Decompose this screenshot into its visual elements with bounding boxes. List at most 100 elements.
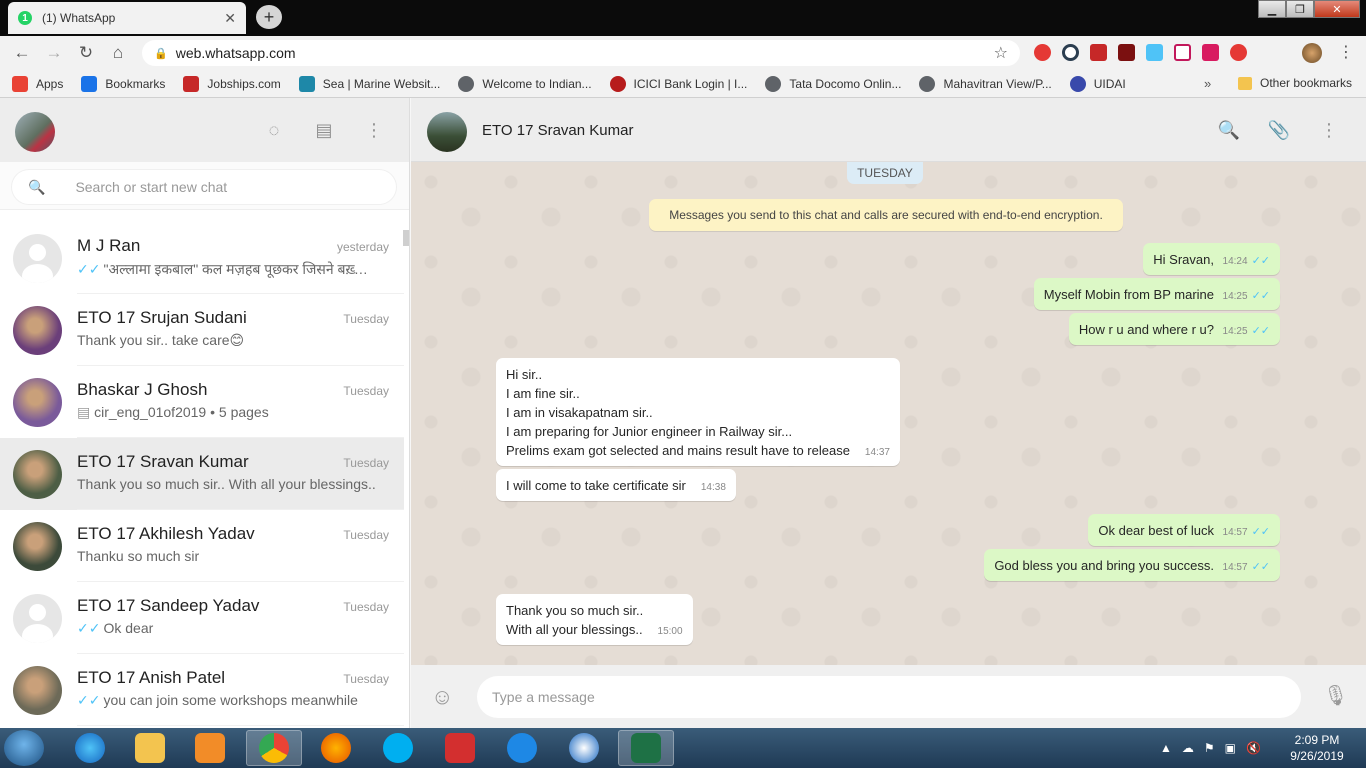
search-messages-icon[interactable]: 🔍 [1217, 118, 1241, 142]
bookmark-item[interactable]: Welcome to Indian... [458, 75, 592, 92]
skype-taskbar-icon[interactable] [370, 730, 426, 766]
close-tab-icon[interactable]: ✕ [224, 10, 236, 27]
attach-icon[interactable]: 📎 [1267, 118, 1291, 142]
bookmark-label: Bookmarks [105, 76, 166, 91]
bookmark-item[interactable]: ICICI Bank Login | I... [609, 75, 747, 92]
incoming-message[interactable]: Hi sir.. I am fine sir.. I am in visakapat… [496, 358, 900, 466]
other-bookmarks-folder[interactable]: Other bookmarks [1238, 76, 1352, 90]
bookmark-label: UIDAI [1093, 76, 1126, 91]
status-icon[interactable]: ◌ [262, 118, 286, 142]
message-time-wrap: 14:57 ✓✓ [1223, 558, 1270, 577]
outgoing-message[interactable]: Ok dear best of luck 14:57 ✓✓ [1088, 514, 1280, 546]
calendar-extension-icon[interactable] [1174, 44, 1191, 61]
incoming-message[interactable]: I will come to take certificate sir 14:38 [496, 469, 736, 501]
onedrive-icon[interactable]: ☁ [1182, 741, 1194, 755]
new-tab-button[interactable]: + [256, 5, 282, 29]
chat-app-taskbar-icon[interactable] [494, 730, 550, 766]
minimize-button[interactable]: ▁ [1258, 0, 1286, 18]
chat-list-scrollbar[interactable] [403, 230, 409, 246]
close-window-button[interactable]: ✕ [1314, 0, 1360, 18]
message-time: 15:00 [657, 626, 683, 637]
excel-taskbar-icon[interactable] [618, 730, 674, 766]
chat-avatar [13, 233, 62, 283]
incoming-message[interactable]: Thank you so much sir.. With all your ble… [496, 594, 693, 645]
message-time-wrap: 14:37 [865, 443, 890, 462]
d-app-taskbar-icon[interactable] [432, 730, 488, 766]
thunderbird-taskbar-icon[interactable] [556, 730, 612, 766]
action-center-flag-icon[interactable]: ⚑ [1204, 741, 1215, 755]
search-input[interactable]: 🔍 Search or start new chat [12, 170, 396, 204]
bookmark-item[interactable]: Sea | Marine Websit... [298, 75, 440, 92]
chat-time: Tuesday [343, 456, 389, 470]
bookmark-item[interactable]: UIDAI [1069, 75, 1126, 92]
read-ticks-icon: ✓✓ [1251, 325, 1270, 337]
volume-muted-icon[interactable]: 🔇 [1246, 741, 1261, 755]
chat-time: Tuesday [343, 528, 389, 542]
message-text-line: I am in visakapatnam sir.. [506, 405, 653, 420]
internet-explorer-taskbar-icon[interactable] [62, 730, 118, 766]
chat-list-item[interactable]: ETO 17 Akhilesh Yadav Tuesday Thanku so mu… [0, 510, 404, 582]
message-input[interactable]: Type a message [477, 676, 1301, 718]
message-time-wrap: 14:24 ✓✓ [1223, 252, 1270, 271]
block-extension-icon[interactable] [1062, 44, 1079, 61]
menu-icon[interactable]: ⋮ [362, 118, 386, 142]
contact-name[interactable]: ETO 17 Sravan Kumar [482, 122, 633, 139]
outgoing-message[interactable]: God bless you and bring you success. 14:5… [984, 549, 1280, 581]
browser-tab[interactable]: 1 (1) WhatsApp ✕ [8, 2, 246, 34]
system-clock[interactable]: 2:09 PM 9/26/2019 [1282, 732, 1352, 764]
outgoing-message[interactable]: How r u and where r u? 14:25 ✓✓ [1068, 313, 1280, 345]
upload-extension-icon[interactable] [1146, 44, 1163, 61]
bookmark-star-icon[interactable]: ☆ [994, 43, 1008, 63]
home-icon[interactable]: ⌂ [102, 37, 134, 69]
tab-strip: 1 (1) WhatsApp ✕ + ▁ ❐ ✕ [0, 0, 1366, 36]
chat-list-item[interactable]: M J Ran yesterday ✓✓ "अल्लामा इकबाल" कल मज़… [0, 222, 404, 294]
outgoing-message[interactable]: Hi Sravan, 14:24 ✓✓ [1143, 243, 1280, 275]
windows-taskbar: ▲ ☁ ⚑ ▣ 🔇 2:09 PM 9/26/2019 [0, 728, 1366, 768]
reload-icon[interactable]: ↻ [70, 37, 102, 69]
chrome-menu-icon[interactable]: ⋮ [1338, 42, 1354, 62]
acrobat-extension-icon[interactable] [1118, 44, 1135, 61]
start-button[interactable] [4, 730, 44, 766]
message-text-line: I will come to take certificate sir [506, 478, 686, 493]
encryption-notice[interactable]: Messages you send to this chat and calls… [649, 199, 1123, 231]
chat-last-message-row: ✓✓ Ok dear [77, 620, 377, 637]
profile-avatar[interactable] [1302, 43, 1322, 63]
bookmark-item[interactable]: Apps [12, 75, 63, 92]
chat-list-item[interactable]: ETO 17 Sravan Kumar Tuesday Thank you so m… [0, 438, 404, 510]
bookmark-item[interactable]: Jobships.com [183, 75, 281, 92]
bookmark-item[interactable]: Tata Docomo Onlin... [765, 75, 901, 92]
new-chat-icon[interactable]: ▤ [312, 118, 336, 142]
media-player-taskbar-icon[interactable] [182, 730, 238, 766]
ead-extension-icon[interactable] [1230, 44, 1247, 61]
back-arrow-icon[interactable]: ← [6, 37, 38, 69]
folder-icon [1238, 76, 1252, 90]
number-extension-icon[interactable] [1202, 44, 1219, 61]
chat-list-item[interactable]: ETO 17 Anish Patel Tuesday ✓✓ you can join … [0, 654, 404, 726]
outgoing-message[interactable]: Myself Mobin from BP marine 14:25 ✓✓ [1033, 278, 1280, 310]
conversation-menu-icon[interactable]: ⋮ [1317, 118, 1341, 142]
bookmarks-overflow-chevron-icon[interactable]: » [1204, 76, 1211, 91]
whatsapp-app: ◌ ▤ ⋮ 🔍 Search or start new chat M J Ran… [0, 98, 1366, 728]
contact-avatar[interactable] [427, 112, 467, 152]
bookmark-item[interactable]: Mahavitran View/P... [919, 75, 1052, 92]
opera-extension-icon[interactable] [1034, 44, 1051, 61]
file-explorer-taskbar-icon[interactable] [122, 730, 178, 766]
bookmark-item[interactable]: Bookmarks [81, 75, 166, 92]
restore-button[interactable]: ❐ [1286, 0, 1314, 18]
read-ticks-icon: ✓✓ [77, 261, 101, 277]
pdf-extension-icon[interactable] [1090, 44, 1107, 61]
chat-list-item[interactable]: Bhaskar J Ghosh Tuesday ▤ cir_eng_01of2019… [0, 366, 404, 438]
emoji-icon[interactable]: ☺ [431, 684, 453, 710]
chat-item-body: M J Ran yesterday ✓✓ "अल्लामा इकबाल" कल मज़… [77, 222, 404, 294]
microphone-icon[interactable]: 🎙 [1323, 683, 1348, 708]
chat-list-item[interactable]: ETO 17 Srujan Sudani Tuesday Thank you sir… [0, 294, 404, 366]
chrome-taskbar-icon[interactable] [246, 730, 302, 766]
chat-list-item[interactable]: ETO 17 Sandeep Yadav Tuesday ✓✓ Ok dear [0, 582, 404, 654]
forward-arrow-icon[interactable]: → [38, 37, 70, 69]
firefox-taskbar-icon[interactable] [308, 730, 364, 766]
network-icon[interactable]: ▣ [1225, 741, 1236, 755]
show-hidden-icons-icon[interactable]: ▲ [1160, 741, 1172, 755]
address-bar[interactable]: 🔒 web.whatsapp.com ☆ [142, 40, 1020, 66]
chat-last-message-row: Thank you so much sir.. With all your bl… [77, 476, 377, 492]
my-avatar[interactable] [15, 112, 55, 152]
